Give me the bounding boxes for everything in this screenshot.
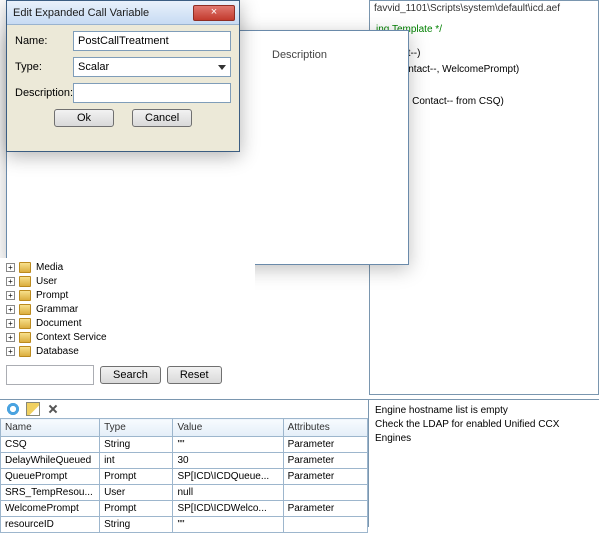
table-cell: WelcomePrompt — [1, 501, 100, 517]
folder-icon — [19, 290, 31, 301]
expand-icon[interactable]: + — [6, 263, 15, 272]
folder-icon — [19, 332, 31, 343]
new-variable-icon[interactable] — [6, 402, 20, 416]
chevron-down-icon — [218, 65, 226, 70]
table-cell: Parameter — [283, 469, 367, 485]
close-icon[interactable]: × — [193, 5, 235, 21]
table-cell: CSQ — [1, 437, 100, 453]
tree-item[interactable]: + Context Service — [6, 330, 255, 344]
message-line: Engine hostname list is empty — [375, 404, 593, 418]
tree-item[interactable]: + Media — [6, 260, 255, 274]
tree-item[interactable]: + User — [6, 274, 255, 288]
expand-icon[interactable]: + — [6, 277, 15, 286]
tree-item-label: Grammar — [36, 304, 78, 315]
table-cell: SP[ICD\ICDWelco... — [173, 501, 283, 517]
dialog-title: Edit Expanded Call Variable — [13, 7, 193, 19]
table-row[interactable]: DelayWhileQueuedint30Parameter — [1, 453, 368, 469]
bottom-panel: Name Type Value Attributes CSQString""Pa… — [0, 399, 599, 526]
table-cell — [283, 517, 367, 533]
table-row[interactable]: resourceIDString"" — [1, 517, 368, 533]
tree-item-label: User — [36, 276, 57, 287]
table-cell: DelayWhileQueued — [1, 453, 100, 469]
edit-expanded-call-variable-dialog: Edit Expanded Call Variable × Name: Type… — [6, 0, 240, 152]
table-cell: QueuePrompt — [1, 469, 100, 485]
table-cell: SRS_TempResou... — [1, 485, 100, 501]
folder-icon — [19, 346, 31, 357]
name-label: Name: — [15, 35, 73, 47]
table-cell: Parameter — [283, 437, 367, 453]
table-cell: null — [173, 485, 283, 501]
tree-item[interactable]: + Document — [6, 316, 255, 330]
type-select-value: Scalar — [78, 61, 109, 73]
table-cell: "" — [173, 437, 283, 453]
delete-variable-icon[interactable] — [46, 402, 60, 416]
table-cell: Parameter — [283, 501, 367, 517]
folder-icon — [19, 262, 31, 273]
table-cell: User — [100, 485, 173, 501]
table-cell: int — [100, 453, 173, 469]
col-value[interactable]: Value — [173, 419, 283, 437]
table-cell — [283, 485, 367, 501]
dialog-titlebar[interactable]: Edit Expanded Call Variable × — [7, 1, 239, 25]
tree-item-label: Document — [36, 318, 82, 329]
table-cell: Parameter — [283, 453, 367, 469]
variables-toolbar — [0, 400, 368, 418]
tree-item[interactable]: + Prompt — [6, 288, 255, 302]
tree-item-label: Prompt — [36, 290, 68, 301]
edit-variable-icon[interactable] — [26, 402, 40, 416]
type-select[interactable]: Scalar — [73, 57, 231, 77]
tree-item-label: Context Service — [36, 332, 107, 343]
description-label: Description: — [15, 87, 73, 99]
col-type[interactable]: Type — [100, 419, 173, 437]
table-cell: Prompt — [100, 469, 173, 485]
table-row[interactable]: QueuePromptPromptSP[ICD\ICDQueue...Param… — [1, 469, 368, 485]
table-cell: String — [100, 437, 173, 453]
table-cell: "" — [173, 517, 283, 533]
table-row[interactable]: SRS_TempResou...Usernull — [1, 485, 368, 501]
expand-icon[interactable]: + — [6, 319, 15, 328]
tree-item[interactable]: + Database — [6, 344, 255, 358]
reset-button[interactable]: Reset — [167, 366, 222, 384]
search-input[interactable] — [6, 365, 94, 385]
messages-panel: Engine hostname list is empty Check the … — [369, 400, 599, 527]
table-cell: 30 — [173, 453, 283, 469]
script-file-path: favvid_1101\Scripts\system\default\icd.a… — [370, 1, 598, 16]
table-cell: Prompt — [100, 501, 173, 517]
expand-icon[interactable]: + — [6, 291, 15, 300]
type-label: Type: — [15, 61, 73, 73]
variables-table[interactable]: Name Type Value Attributes CSQString""Pa… — [0, 418, 368, 533]
search-bar: Search Reset — [6, 360, 256, 390]
folder-icon — [19, 276, 31, 287]
tree-item-label: Database — [36, 346, 79, 357]
tree-item[interactable]: + Grammar — [6, 302, 255, 316]
search-button[interactable]: Search — [100, 366, 161, 384]
expand-icon[interactable]: + — [6, 347, 15, 356]
table-cell: SP[ICD\ICDQueue... — [173, 469, 283, 485]
tree-item-label: Media — [36, 262, 63, 273]
description-field[interactable] — [73, 83, 231, 103]
col-name[interactable]: Name — [1, 419, 100, 437]
message-line: Check the LDAP for enabled Unified CCX E… — [375, 418, 593, 446]
table-row[interactable]: CSQString""Parameter — [1, 437, 368, 453]
col-attributes[interactable]: Attributes — [283, 419, 367, 437]
folder-icon — [19, 304, 31, 315]
table-cell: String — [100, 517, 173, 533]
cancel-button[interactable]: Cancel — [132, 109, 192, 127]
description-column-header: Description — [272, 49, 327, 61]
folder-icon — [19, 318, 31, 329]
ok-button[interactable]: Ok — [54, 109, 114, 127]
expand-icon[interactable]: + — [6, 305, 15, 314]
variables-panel: Name Type Value Attributes CSQString""Pa… — [0, 400, 369, 527]
expand-icon[interactable]: + — [6, 333, 15, 342]
table-cell: resourceID — [1, 517, 100, 533]
name-field[interactable] — [73, 31, 231, 51]
palette-tree[interactable]: + Media + User + Prompt + Grammar + Document + Cont… — [0, 258, 255, 358]
table-row[interactable]: WelcomePromptPromptSP[ICD\ICDWelco...Par… — [1, 501, 368, 517]
